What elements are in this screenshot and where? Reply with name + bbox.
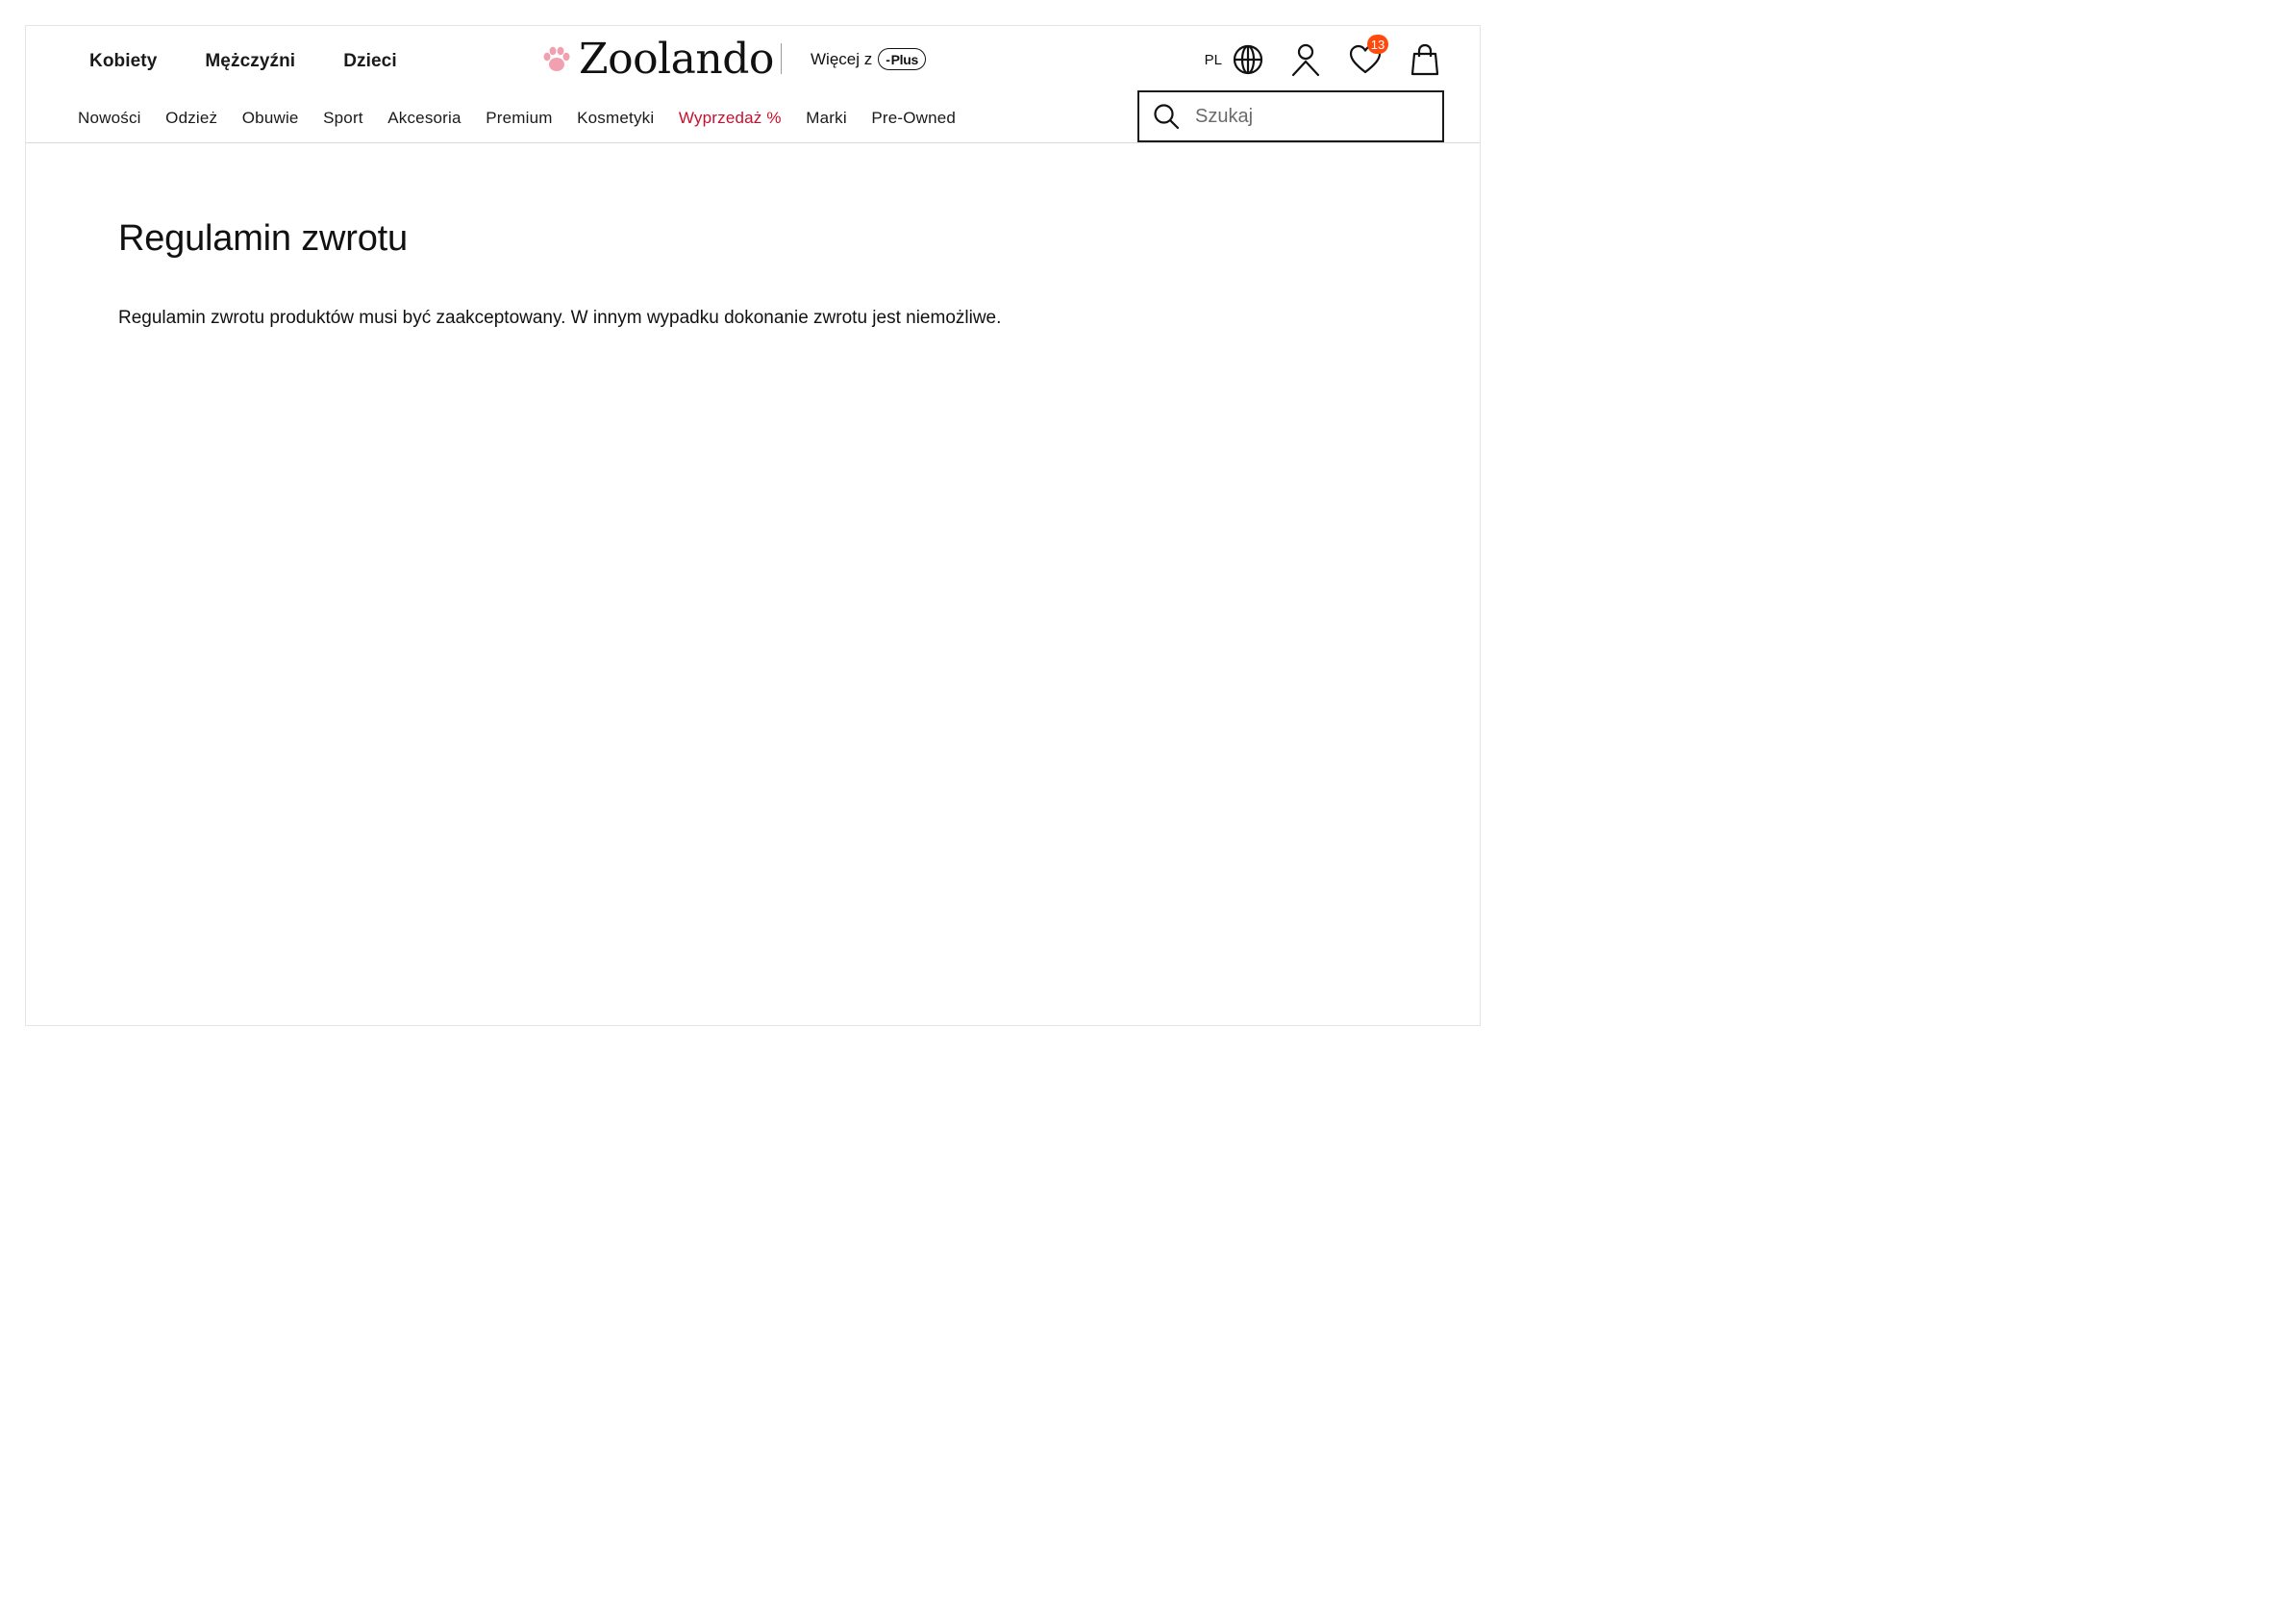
utility-nav: PL 13 <box>1205 35 1443 78</box>
category-link-accessories[interactable]: Akcesoria <box>387 109 461 128</box>
wishlist-button[interactable]: 13 <box>1347 35 1388 78</box>
return-policy-text: Regulamin zwrotu produktów musi być zaak… <box>118 308 1002 328</box>
category-link-clothing[interactable]: Odzież <box>165 109 217 128</box>
language-code: PL <box>1204 51 1222 68</box>
category-link-shoes[interactable]: Obuwie <box>242 109 299 128</box>
account-button[interactable] <box>1287 41 1324 78</box>
site-header: Kobiety Mężczyźni Dzieci Zoolando Więcej… <box>26 26 1480 143</box>
globe-icon <box>1233 44 1263 75</box>
nav-women[interactable]: Kobiety <box>89 51 157 72</box>
logo-text: Zoolando <box>579 35 774 84</box>
page-title: Regulamin zwrotu <box>118 218 408 259</box>
bag-icon <box>1410 43 1439 76</box>
category-link-pre-owned[interactable]: Pre-Owned <box>871 109 956 128</box>
plus-badge-label: Plus <box>890 51 919 67</box>
plus-badge: - Plus <box>878 48 926 70</box>
main-content: Regulamin zwrotu Regulamin zwrotu produk… <box>118 218 1001 329</box>
logo[interactable]: Zoolando <box>540 36 774 84</box>
category-link-new[interactable]: Nowości <box>78 109 141 128</box>
page-frame: Kobiety Mężczyźni Dzieci Zoolando Więcej… <box>25 25 1481 1026</box>
search-box[interactable] <box>1137 90 1444 142</box>
gender-nav: Kobiety Mężczyźni Dzieci <box>89 51 397 72</box>
search-input[interactable] <box>1193 104 1428 129</box>
nav-men[interactable]: Mężczyźni <box>205 51 295 72</box>
plus-badge-prefix: - <box>886 51 890 67</box>
user-icon <box>1291 43 1320 77</box>
nav-kids[interactable]: Dzieci <box>343 51 397 72</box>
category-link-beauty[interactable]: Kosmetyki <box>577 109 654 128</box>
more-from-label: Więcej z <box>811 49 873 68</box>
paw-icon <box>543 46 570 71</box>
category-nav: Nowości Odzież Obuwie Sport Akcesoria Pr… <box>78 109 981 128</box>
category-link-sale[interactable]: Wyprzedaż % <box>679 109 782 128</box>
category-link-brands[interactable]: Marki <box>806 109 847 128</box>
more-from-plus-link[interactable]: Więcej z - Plus <box>811 48 926 70</box>
search-icon <box>1154 104 1180 130</box>
category-link-premium[interactable]: Premium <box>486 109 552 128</box>
category-link-sport[interactable]: Sport <box>323 109 363 128</box>
logo-divider <box>781 43 782 74</box>
wishlist-count-badge: 13 <box>1367 35 1388 54</box>
language-selector[interactable]: PL <box>1205 43 1264 76</box>
cart-button[interactable] <box>1407 41 1443 78</box>
